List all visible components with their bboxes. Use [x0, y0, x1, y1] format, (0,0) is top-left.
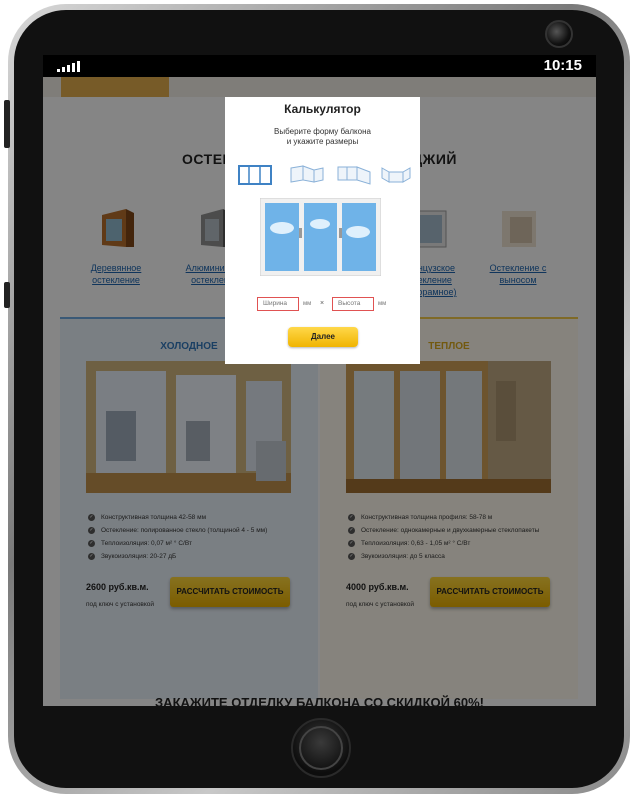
corner-balcony-icon[interactable] — [337, 164, 371, 186]
signal-strength-icon — [57, 60, 80, 72]
tablet-screen: 10:15 ОСТЕКЛЕНИЕ БАЛКОНОВ И ЛОДЖИЙ Дерев… — [43, 55, 596, 706]
subtitle-line: Выберите форму балкона — [274, 127, 371, 136]
home-button[interactable] — [291, 718, 351, 778]
modal-title: Калькулятор — [284, 102, 361, 116]
width-unit: мм — [303, 301, 312, 307]
next-button[interactable]: Далее — [288, 327, 358, 347]
window-preview — [260, 198, 381, 276]
status-time: 10:15 — [543, 57, 582, 74]
straight-balcony-icon[interactable] — [238, 164, 272, 186]
subtitle-line: и укажите размеры — [286, 137, 359, 146]
height-unit: мм — [378, 301, 387, 307]
modal-overlay[interactable]: Калькулятор Выберите форму балкона и ука… — [43, 77, 596, 706]
status-bar: 10:15 — [43, 55, 596, 77]
u-shape-balcony-icon[interactable] — [381, 164, 411, 186]
height-input[interactable] — [332, 297, 374, 311]
angled-balcony-icon[interactable] — [290, 164, 324, 186]
volume-up-button — [4, 100, 10, 148]
front-camera-icon — [545, 20, 573, 48]
modal-subtitle: Выберите форму балкона и укажите размеры — [225, 127, 420, 147]
volume-down-button — [4, 282, 10, 308]
calculator-modal: Калькулятор Выберите форму балкона и ука… — [225, 97, 420, 364]
times-sign: × — [320, 300, 325, 307]
width-input[interactable] — [257, 297, 299, 311]
